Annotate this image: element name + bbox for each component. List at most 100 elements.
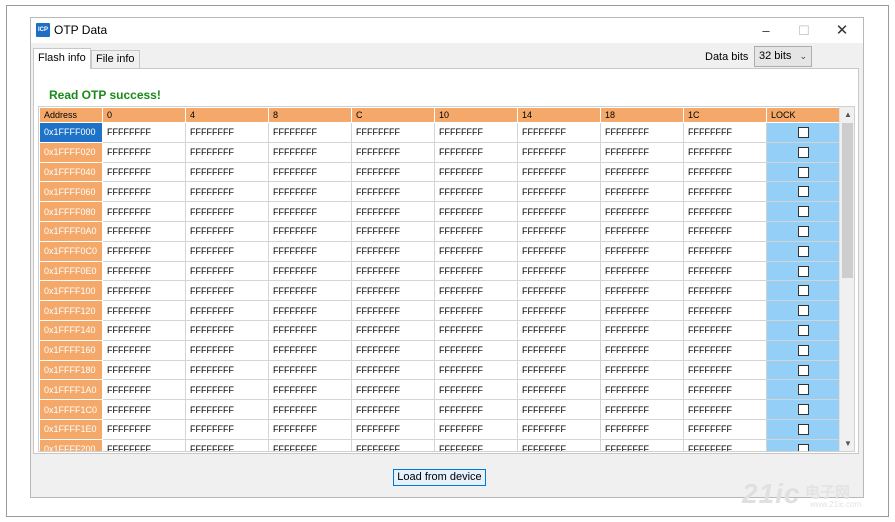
data-cell[interactable]: FFFFFFFF [517, 399, 601, 420]
data-cell[interactable]: FFFFFFFF [185, 141, 269, 163]
lock-checkbox[interactable] [797, 404, 809, 416]
data-cell[interactable]: FFFFFFFF [185, 220, 269, 242]
data-cell[interactable]: FFFFFFFF [434, 141, 518, 163]
data-cell[interactable]: FFFFFFFF [517, 201, 601, 222]
data-cell[interactable]: FFFFFFFF [683, 379, 767, 401]
data-cell[interactable]: FFFFFFFF [517, 220, 601, 242]
data-cell[interactable]: FFFFFFFF [683, 438, 767, 451]
lock-checkbox[interactable] [797, 285, 809, 297]
data-cell[interactable]: FFFFFFFF [434, 399, 518, 420]
address-cell[interactable]: 0x1FFFF000 [39, 122, 103, 143]
data-cell[interactable]: FFFFFFFF [102, 141, 186, 163]
data-cell[interactable]: FFFFFFFF [268, 300, 352, 321]
data-cell[interactable]: FFFFFFFF [434, 319, 518, 341]
lock-checkbox[interactable] [797, 305, 809, 317]
address-cell[interactable]: 0x1FFFF0C0 [39, 240, 103, 262]
data-cell[interactable]: FFFFFFFF [351, 379, 435, 401]
address-cell[interactable]: 0x1FFFF060 [39, 181, 103, 203]
data-cell[interactable]: FFFFFFFF [600, 359, 684, 381]
address-cell[interactable]: 0x1FFFF1C0 [39, 399, 103, 420]
data-cell[interactable]: FFFFFFFF [434, 280, 518, 302]
table-row[interactable]: 0x1FFFF1C0 FFFFFFFF FFFFFFFF FFFFFFFF FFFFFF… [39, 399, 840, 420]
data-cell[interactable]: FFFFFFFF [268, 161, 352, 183]
data-cell[interactable]: FFFFFFFF [102, 300, 186, 321]
data-cell[interactable]: FFFFFFFF [351, 122, 435, 143]
data-cell[interactable]: FFFFFFFF [268, 438, 352, 451]
data-cell[interactable]: FFFFFFFF [185, 181, 269, 203]
data-cell[interactable]: FFFFFFFF [517, 240, 601, 262]
scroll-thumb[interactable] [842, 123, 853, 278]
address-cell[interactable]: 0x1FFFF140 [39, 319, 103, 341]
tab-file-info[interactable]: File info [91, 50, 140, 68]
data-cell[interactable]: FFFFFFFF [185, 418, 269, 440]
data-cell[interactable]: FFFFFFFF [185, 240, 269, 262]
data-cell[interactable]: FFFFFFFF [351, 280, 435, 302]
data-cell[interactable]: FFFFFFFF [434, 379, 518, 401]
data-cell[interactable]: FFFFFFFF [600, 181, 684, 203]
address-cell[interactable]: 0x1FFFF1A0 [39, 379, 103, 401]
data-cell[interactable]: FFFFFFFF [434, 240, 518, 262]
data-cell[interactable]: FFFFFFFF [102, 161, 186, 183]
table-row[interactable]: 0x1FFFF200 FFFFFFFF FFFFFFFF FFFFFFFF FFFFFF… [39, 438, 840, 451]
data-cell[interactable]: FFFFFFFF [102, 260, 186, 282]
data-cell[interactable]: FFFFFFFF [268, 220, 352, 242]
data-bits-select[interactable]: 32 bits ⌄ [754, 46, 812, 67]
load-from-device-button[interactable]: Load from device [393, 469, 486, 486]
data-cell[interactable]: FFFFFFFF [600, 418, 684, 440]
data-cell[interactable]: FFFFFFFF [600, 240, 684, 262]
data-cell[interactable]: FFFFFFFF [268, 240, 352, 262]
column-header[interactable]: 4 [185, 107, 269, 123]
column-header[interactable]: 8 [268, 107, 352, 123]
data-cell[interactable]: FFFFFFFF [600, 379, 684, 401]
lock-checkbox[interactable] [797, 206, 809, 218]
data-cell[interactable]: FFFFFFFF [434, 201, 518, 222]
minimize-icon[interactable]: – [751, 18, 781, 43]
table-row[interactable]: 0x1FFFF100 FFFFFFFF FFFFFFFF FFFFFFFF FFFFFF… [39, 280, 840, 302]
address-cell[interactable]: 0x1FFFF160 [39, 339, 103, 361]
data-cell[interactable]: FFFFFFFF [683, 181, 767, 203]
scroll-down-icon[interactable]: ▼ [840, 436, 854, 451]
data-cell[interactable]: FFFFFFFF [351, 260, 435, 282]
data-cell[interactable]: FFFFFFFF [683, 359, 767, 381]
tab-flash-info[interactable]: Flash info [33, 48, 91, 69]
data-cell[interactable]: FFFFFFFF [434, 122, 518, 143]
lock-checkbox[interactable] [797, 423, 809, 435]
table-row[interactable]: 0x1FFFF1E0 FFFFFFFF FFFFFFFF FFFFFFFF FFFFFF… [39, 418, 840, 440]
address-cell[interactable]: 0x1FFFF180 [39, 359, 103, 381]
address-cell[interactable]: 0x1FFFF200 [39, 438, 103, 451]
data-cell[interactable]: FFFFFFFF [185, 201, 269, 222]
data-cell[interactable]: FFFFFFFF [517, 280, 601, 302]
data-cell[interactable]: FFFFFFFF [600, 122, 684, 143]
data-cell[interactable]: FFFFFFFF [434, 181, 518, 203]
data-cell[interactable]: FFFFFFFF [351, 339, 435, 361]
data-cell[interactable]: FFFFFFFF [683, 220, 767, 242]
data-cell[interactable]: FFFFFFFF [102, 201, 186, 222]
lock-checkbox[interactable] [797, 265, 809, 277]
data-cell[interactable]: FFFFFFFF [351, 418, 435, 440]
data-cell[interactable]: FFFFFFFF [102, 122, 186, 143]
data-cell[interactable]: FFFFFFFF [268, 399, 352, 420]
table-row[interactable]: 0x1FFFF020 FFFFFFFF FFFFFFFF FFFFFFFF FFFFFF… [39, 141, 840, 163]
data-cell[interactable]: FFFFFFFF [683, 339, 767, 361]
data-cell[interactable]: FFFFFFFF [185, 122, 269, 143]
table-row[interactable]: 0x1FFFF080 FFFFFFFF FFFFFFFF FFFFFFFF FFFFFF… [39, 201, 840, 222]
data-cell[interactable]: FFFFFFFF [102, 240, 186, 262]
data-cell[interactable]: FFFFFFFF [268, 319, 352, 341]
table-row[interactable]: 0x1FFFF140 FFFFFFFF FFFFFFFF FFFFFFFF FFFFFF… [39, 319, 840, 341]
data-cell[interactable]: FFFFFFFF [102, 379, 186, 401]
data-cell[interactable]: FFFFFFFF [351, 240, 435, 262]
data-cell[interactable]: FFFFFFFF [517, 122, 601, 143]
address-cell[interactable]: 0x1FFFF080 [39, 201, 103, 222]
data-cell[interactable]: FFFFFFFF [268, 141, 352, 163]
table-row[interactable]: 0x1FFFF040 FFFFFFFF FFFFFFFF FFFFFFFF FFFFFF… [39, 161, 840, 183]
data-cell[interactable]: FFFFFFFF [351, 319, 435, 341]
data-cell[interactable]: FFFFFFFF [517, 300, 601, 321]
data-cell[interactable]: FFFFFFFF [351, 399, 435, 420]
data-cell[interactable]: FFFFFFFF [268, 418, 352, 440]
table-row[interactable]: 0x1FFFF180 FFFFFFFF FFFFFFFF FFFFFFFF FFFFFF… [39, 359, 840, 381]
data-cell[interactable]: FFFFFFFF [517, 359, 601, 381]
lock-checkbox[interactable] [797, 186, 809, 198]
table-row[interactable]: 0x1FFFF0E0 FFFFFFFF FFFFFFFF FFFFFFFF FFFFFF… [39, 260, 840, 282]
address-cell[interactable]: 0x1FFFF1E0 [39, 418, 103, 440]
data-cell[interactable]: FFFFFFFF [683, 280, 767, 302]
